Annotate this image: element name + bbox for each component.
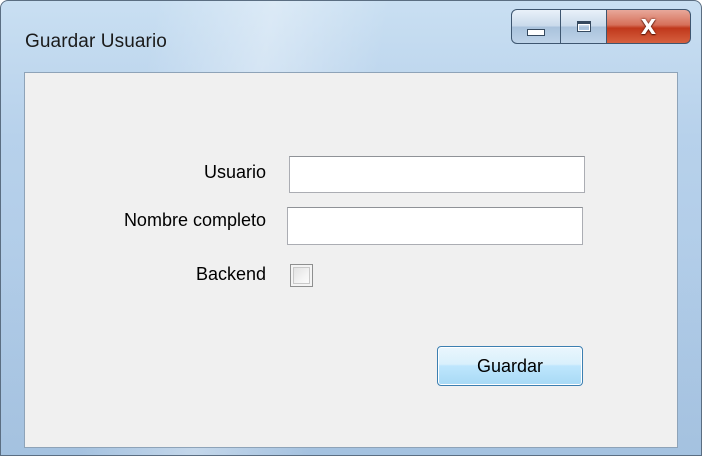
usuario-label: Usuario — [203, 162, 266, 182]
usuario-input[interactable] — [289, 156, 585, 193]
title-bar[interactable]: Guardar Usuario X — [1, 1, 701, 73]
maximize-button[interactable] — [561, 9, 607, 44]
minimize-button[interactable] — [511, 9, 561, 44]
guardar-button[interactable]: Guardar — [437, 346, 583, 386]
form-panel: Usuario Nombre completo Backend Guardar — [24, 72, 678, 448]
app-window: Guardar Usuario X Usuario Nombre complet… — [0, 0, 702, 456]
backend-checkbox[interactable] — [290, 264, 313, 287]
nombre-completo-input[interactable] — [287, 207, 583, 245]
backend-label: Backend — [195, 264, 266, 284]
close-button[interactable]: X — [607, 9, 691, 44]
close-icon: X — [640, 14, 657, 39]
nombre-completo-label: Nombre completo — [123, 210, 266, 230]
maximize-icon — [576, 21, 591, 32]
caption-buttons: X — [511, 9, 691, 45]
minimize-icon — [527, 29, 545, 36]
window-title: Guardar Usuario — [25, 31, 167, 52]
